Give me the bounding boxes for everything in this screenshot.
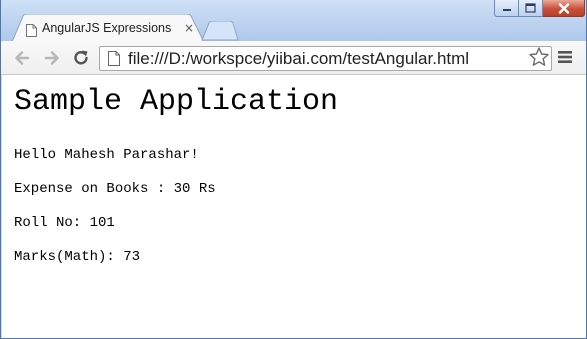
- minimize-icon: [502, 9, 511, 11]
- browser-window: AngularJS Expressions × file:///D:/works…: [0, 0, 587, 339]
- maximize-icon: [525, 3, 536, 13]
- window-controls: [494, 0, 585, 19]
- page-heading: Sample Application: [14, 85, 339, 119]
- close-window-button[interactable]: [543, 0, 585, 17]
- tab-angularjs-expressions[interactable]: AngularJS Expressions ×: [11, 14, 205, 42]
- star-icon[interactable]: [528, 46, 550, 68]
- expense-text: Expense on Books : 30 Rs: [14, 181, 216, 197]
- greeting-text: Hello Mahesh Parashar!: [14, 147, 199, 163]
- address-bar[interactable]: file:///D:/workspce/yiibai.com/testAngul…: [99, 46, 552, 71]
- browser-toolbar: file:///D:/workspce/yiibai.com/testAngul…: [1, 41, 586, 75]
- page-icon: [26, 22, 37, 41]
- reload-icon[interactable]: [71, 48, 91, 68]
- url-text: file:///D:/workspce/yiibai.com/testAngul…: [128, 49, 470, 68]
- close-tab-icon[interactable]: ×: [183, 21, 195, 35]
- roll-no-text: Roll No: 101: [14, 215, 115, 231]
- forward-arrow-icon[interactable]: [42, 48, 62, 68]
- back-arrow-icon[interactable]: [12, 48, 32, 68]
- minimize-button[interactable]: [494, 0, 519, 17]
- marks-text: Marks(Math): 73: [14, 249, 141, 265]
- page-icon: [108, 51, 120, 70]
- close-icon: [558, 2, 569, 14]
- page-content: Sample Application Hello Mahesh Parashar…: [2, 75, 586, 338]
- new-tab-button[interactable]: [201, 21, 239, 41]
- maximize-button[interactable]: [519, 0, 543, 17]
- title-bar: AngularJS Expressions ×: [1, 0, 586, 42]
- tab-title: AngularJS Expressions: [42, 21, 172, 35]
- menu-icon[interactable]: [558, 50, 572, 64]
